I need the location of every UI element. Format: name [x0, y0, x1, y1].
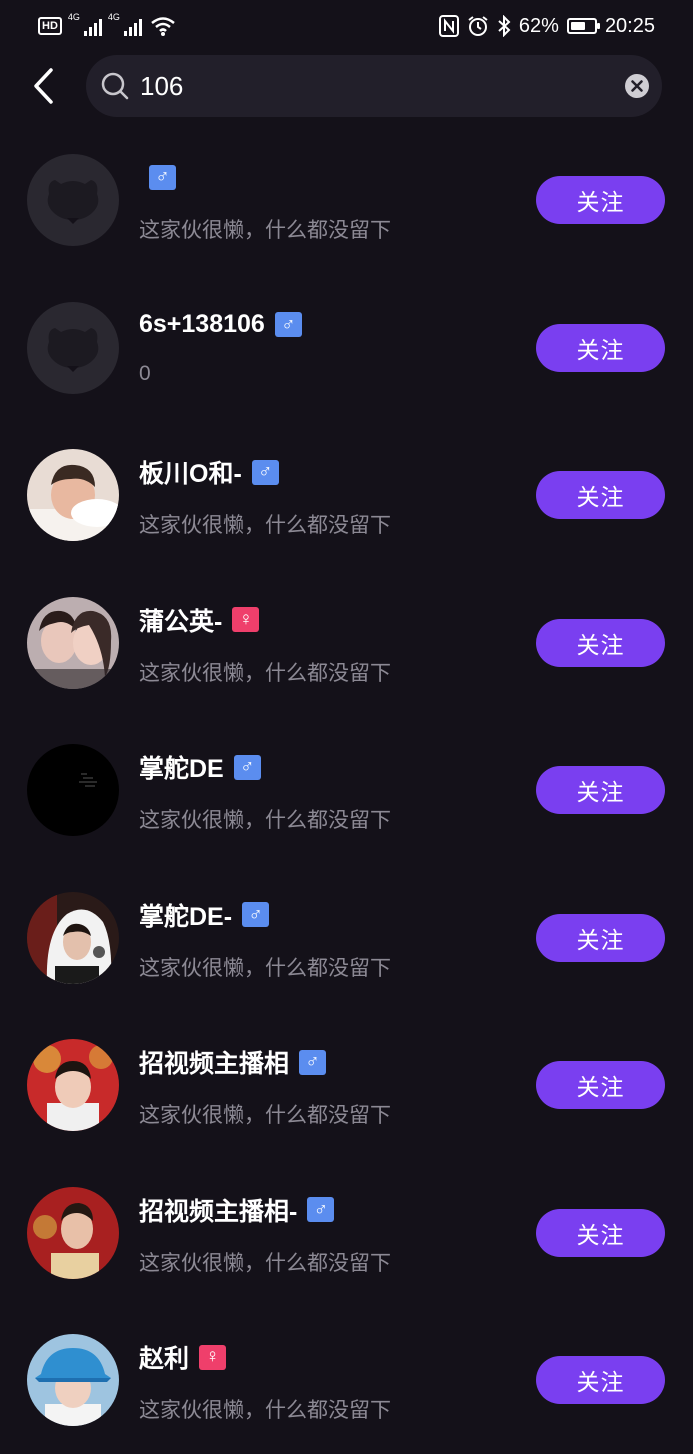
name-row: 板川O和- ♂ — [139, 455, 279, 489]
avatar-photo-boy-pillow[interactable] — [27, 449, 119, 541]
chevron-left-icon — [34, 68, 53, 104]
search-query[interactable]: 106 — [140, 55, 183, 117]
user-bio: 0 — [139, 361, 151, 385]
name-row: 招视频主播相- ♂ — [139, 1193, 335, 1227]
user-name: 6s+138106 — [139, 310, 265, 338]
male-icon: ♂ — [149, 164, 176, 190]
user-list-item-4[interactable]: 蒲公英- ♀ 这家伙很懒，什么都没留下 关注 — [0, 569, 693, 717]
follow-button[interactable]: 关注 — [536, 323, 665, 372]
wifi-icon — [151, 17, 175, 36]
search-icon — [101, 72, 129, 100]
battery-icon — [566, 18, 600, 34]
avatar-black-text[interactable] — [27, 744, 119, 836]
avatar-photo-singer[interactable] — [27, 891, 119, 984]
avatar-photo-boy-hat[interactable] — [27, 1334, 119, 1426]
male-icon: ♂ — [307, 1197, 335, 1222]
network-type-label-1: 4G — [67, 12, 80, 22]
name-row: 蒲公英- ♀ — [139, 603, 260, 637]
follow-button[interactable]: 关注 — [536, 1356, 665, 1404]
female-icon: ♀ — [199, 1344, 227, 1370]
user-name: 蒲公英- — [139, 607, 223, 636]
user-bio: 这家伙很懒，什么都没留下 — [139, 1399, 391, 1422]
clock: 20:25 — [604, 14, 655, 37]
follow-button[interactable]: 关注 — [536, 618, 665, 667]
user-list-item-6[interactable]: 掌舵DE- ♂ 这家伙很懒，什么都没留下 关注 — [0, 864, 693, 1012]
alarm-icon — [468, 16, 488, 36]
follow-button[interactable]: 关注 — [536, 176, 665, 224]
user-bio: 这家伙很懒，什么都没留下 — [139, 1104, 391, 1127]
network-type-label-2: 4G — [107, 12, 120, 22]
user-list-item-1[interactable]: ♂ 这家伙很懒，什么都没留下 关注 — [0, 126, 693, 274]
user-result-list: ♂ 这家伙很懒，什么都没留下 关注 6s+138106 ♂ 0 关注 板川O和-… — [0, 126, 693, 1454]
user-list-item-3[interactable]: 板川O和- ♂ 这家伙很懒，什么都没留下 关注 — [0, 421, 693, 569]
signal-icon-1: 4G — [68, 12, 102, 36]
user-bio: 这家伙很懒，什么都没留下 — [139, 219, 391, 242]
name-row: 掌舵DE- ♂ — [139, 898, 270, 932]
clear-icon[interactable] — [624, 73, 650, 99]
user-list-item-2[interactable]: 6s+138106 ♂ 0 关注 — [0, 274, 693, 422]
battery-percent: 62% — [518, 14, 559, 37]
user-bio: 这家伙很懒，什么都没留下 — [139, 809, 391, 832]
name-row: 赵利 ♀ — [139, 1340, 227, 1374]
male-icon: ♂ — [274, 312, 302, 337]
user-name: 板川O和- — [139, 460, 242, 488]
avatar-default-cow[interactable] — [27, 301, 119, 394]
follow-button[interactable]: 关注 — [536, 1061, 665, 1109]
back-button[interactable] — [22, 62, 64, 110]
female-icon: ♀ — [232, 607, 260, 632]
avatar-photo-boy-red-2[interactable] — [27, 1186, 119, 1279]
name-row: ♂ — [139, 160, 176, 194]
follow-button[interactable]: 关注 — [536, 1208, 665, 1257]
name-row: 招视频主播相 ♂ — [139, 1045, 327, 1079]
user-name: 招视频主播相 — [139, 1050, 290, 1078]
user-name: 掌舵DE- — [139, 902, 233, 931]
user-list-item-8[interactable]: 招视频主播相- ♂ 这家伙很懒，什么都没留下 关注 — [0, 1159, 693, 1307]
follow-button[interactable]: 关注 — [536, 471, 665, 519]
user-bio: 这家伙很懒，什么都没留下 — [139, 956, 391, 980]
status-right: 62% 20:25 — [438, 14, 655, 38]
signal-icon-2: 4G — [108, 12, 142, 36]
user-list-item-5[interactable]: 掌舵DE ♂ 这家伙很懒，什么都没留下 关注 — [0, 716, 693, 864]
male-icon: ♂ — [242, 902, 270, 927]
avatar-default-cow[interactable] — [27, 154, 119, 246]
name-row: 6s+138106 ♂ — [139, 308, 302, 342]
avatar-photo-couple[interactable] — [27, 596, 119, 689]
follow-button[interactable]: 关注 — [536, 913, 665, 962]
avatar-photo-boy-red[interactable] — [27, 1039, 119, 1131]
user-name: 招视频主播相- — [139, 1197, 298, 1226]
hd-badge: HD — [38, 17, 62, 35]
search-header: 106 — [0, 52, 693, 120]
user-bio: 这家伙很懒，什么都没留下 — [139, 661, 391, 685]
user-bio: 这家伙很懒，什么都没留下 — [139, 1251, 391, 1275]
battery-fill — [570, 22, 585, 30]
user-bio: 这家伙很懒，什么都没留下 — [139, 514, 391, 537]
search-input[interactable]: 106 — [86, 55, 662, 117]
status-left: HD 4G 4G — [38, 12, 176, 37]
male-icon: ♂ — [233, 754, 261, 780]
user-list-item-9[interactable]: 赵利 ♀ 这家伙很懒，什么都没留下 关注 — [0, 1306, 693, 1454]
user-list-item-7[interactable]: 招视频主播相 ♂ 这家伙很懒，什么都没留下 关注 — [0, 1011, 693, 1159]
male-icon: ♂ — [299, 1049, 327, 1075]
user-name: 掌舵DE — [139, 755, 224, 783]
bluetooth-icon — [498, 15, 511, 37]
user-name: 赵利 — [139, 1345, 190, 1373]
status-bar: HD 4G 4G 62% 20:25 — [0, 0, 693, 52]
follow-button[interactable]: 关注 — [536, 766, 665, 814]
name-row: 掌舵DE ♂ — [139, 750, 261, 784]
nfc-icon — [438, 15, 459, 37]
male-icon: ♂ — [251, 459, 279, 485]
